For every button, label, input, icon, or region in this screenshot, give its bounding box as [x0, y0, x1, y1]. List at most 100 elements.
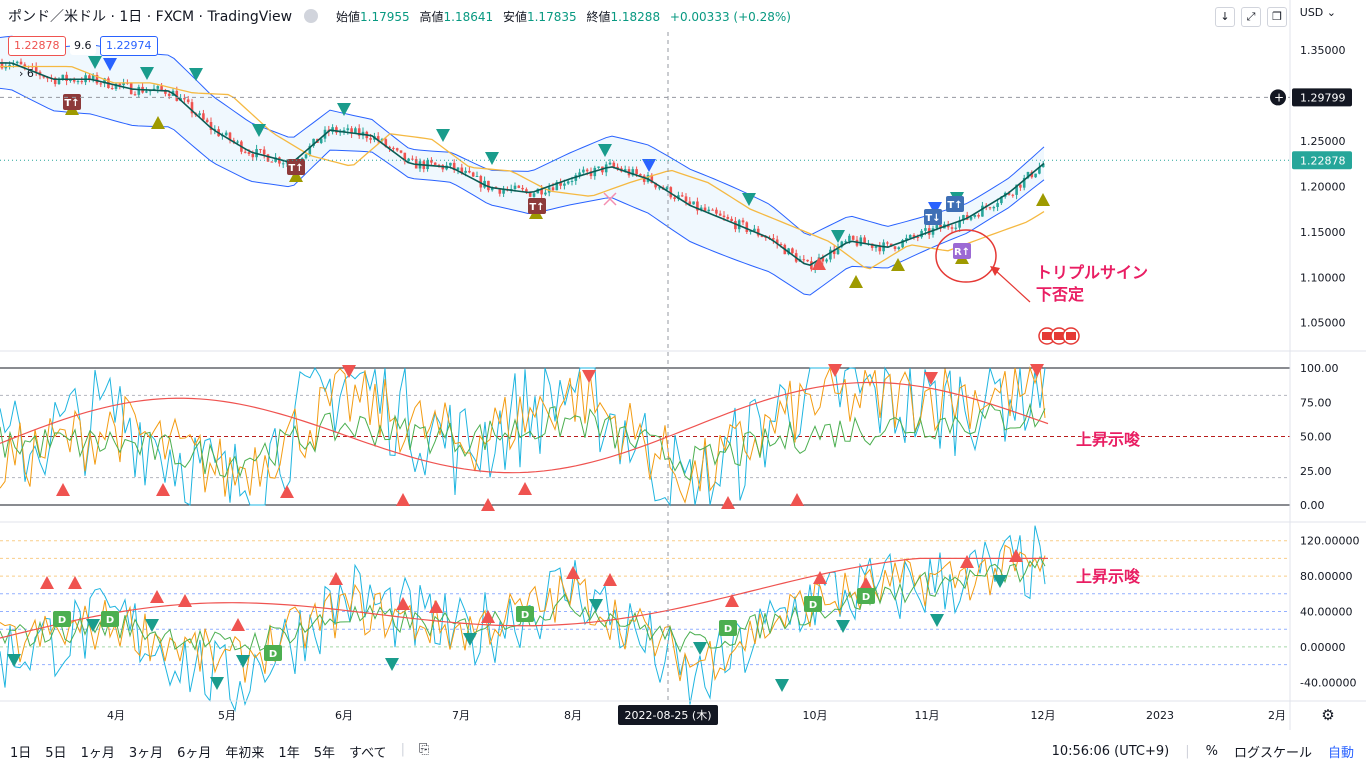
osc-oversold-triangle	[721, 496, 735, 509]
bottom-toolbar: 1日 5日 1ヶ月 3ヶ月 6ヶ月 年初来 1年 5年 すべて | ⎘ 10:5…	[0, 734, 1366, 768]
candle-body	[76, 81, 80, 83]
range-6m[interactable]: 6ヶ月	[177, 742, 211, 761]
calendar-range-icon[interactable]: ⎘	[419, 742, 429, 761]
candle-body	[893, 246, 897, 250]
candle-body	[433, 162, 437, 165]
osc-oversold-triangle	[396, 493, 410, 506]
candle-body	[874, 246, 878, 248]
toolbar-divider: |	[400, 741, 405, 757]
caret-icon: ›	[19, 67, 24, 80]
restore-icon[interactable]: ❐	[1267, 7, 1287, 27]
range-all[interactable]: すべて	[349, 742, 387, 761]
range-1d[interactable]: 1日	[10, 742, 31, 761]
osc-overbought-triangle	[924, 372, 938, 385]
chevron-down-icon: ⌄	[1326, 6, 1336, 19]
osc-tick-label: 75.00	[1300, 396, 1332, 409]
range-ytd[interactable]: 年初来	[225, 742, 264, 761]
range-5d[interactable]: 5日	[45, 742, 66, 761]
candle-body	[806, 259, 809, 262]
osc-overbought-triangle	[342, 365, 356, 378]
r-up-badge-label: R↑	[954, 247, 970, 258]
momentum-d-badge-label: D	[862, 592, 870, 603]
candle-body	[346, 128, 350, 131]
bollinger-band-fill	[0, 36, 1044, 296]
sell-signal-triangle	[436, 129, 450, 142]
momentum-up-triangle	[960, 555, 974, 568]
candle-body	[718, 213, 722, 216]
range-3m[interactable]: 3ヶ月	[129, 742, 163, 761]
candle-body	[969, 216, 973, 220]
toolbar-divider: |	[1185, 743, 1190, 759]
candle-body	[270, 161, 274, 163]
candle-body	[973, 215, 977, 217]
candle-body	[110, 88, 114, 90]
t-up-badge-label: T↑	[529, 202, 544, 213]
momentum-d-badge-label: D	[106, 615, 114, 626]
currency-label: USD	[1299, 6, 1324, 19]
time-tick-label: 2023	[1146, 709, 1174, 722]
candle-body	[411, 158, 414, 160]
osc-oversold-triangle	[156, 483, 170, 496]
candle-body	[908, 234, 912, 238]
candle-body	[608, 162, 612, 165]
candle-body	[612, 162, 616, 167]
sell-signal-triangle	[485, 152, 499, 165]
chart-root: T↑T↑T↑T↓T↑R↑DDDDDDD 1.350001.300001.2500…	[0, 0, 1366, 768]
osc-overbought-triangle	[582, 370, 596, 383]
symbol-title[interactable]: ポンド／米ドル · 1日 · FXCM · TradingView	[8, 6, 292, 26]
momentum-up-triangle	[813, 571, 827, 584]
clock-time: 10:56:06 (UTC+9)	[1051, 743, 1170, 759]
momentum-up-triangle	[603, 573, 617, 586]
time-tick-label: 8月	[564, 709, 582, 722]
indicator-collapse[interactable]: › 6	[14, 65, 39, 83]
crosshair-date-label: 2022-08-25 (木)	[624, 709, 711, 722]
ohlc-readout: 始値1.17955 高値1.18641 安値1.17835 終値1.18288 …	[336, 8, 797, 25]
candle-body	[262, 149, 266, 155]
momentum-up-triangle	[566, 566, 580, 579]
chart-canvas[interactable]: T↑T↑T↑T↓T↑R↑DDDDDDD 1.350001.300001.2500…	[0, 0, 1366, 768]
candle-body	[532, 193, 536, 197]
expand-icon[interactable]: ⤢	[1241, 7, 1261, 27]
ohlc-low-key: 安値	[502, 9, 527, 24]
log-scale-toggle[interactable]: ログスケール	[1234, 742, 1312, 761]
annotation-triple-sign: トリプルサイン 下否定	[1036, 262, 1148, 306]
range-1y[interactable]: 1年	[278, 742, 299, 761]
momentum-up-triangle	[150, 590, 164, 603]
momentum-tick-label: 0.00000	[1300, 641, 1346, 654]
down-arrow-icon[interactable]: ↓	[1215, 7, 1235, 27]
time-tick-label: 12月	[1031, 709, 1056, 722]
candle-body	[186, 99, 190, 103]
momentum-tick-label: -40.00000	[1300, 676, 1356, 689]
price-tick-label: 1.10000	[1300, 271, 1346, 284]
candle-body	[977, 215, 980, 217]
candle-body	[844, 241, 847, 243]
candle-body	[715, 209, 718, 214]
candle-body	[118, 83, 122, 86]
candle-body	[673, 197, 676, 199]
range-5y[interactable]: 5年	[314, 742, 335, 761]
candle-body	[15, 61, 19, 64]
candle-body	[247, 152, 251, 155]
percent-toggle[interactable]: %	[1206, 744, 1218, 759]
candle-body	[680, 195, 684, 197]
candle-body	[924, 228, 927, 231]
candle-body	[851, 235, 855, 240]
price-tick-label: 1.05000	[1300, 317, 1346, 330]
gear-icon[interactable]: ⚙	[1319, 706, 1337, 724]
candle-body	[570, 180, 574, 182]
osc-tick-label: 50.00	[1300, 431, 1332, 444]
eye-icon[interactable]	[304, 9, 319, 23]
auto-scale-toggle[interactable]: 自動	[1328, 742, 1354, 761]
momentum-tick-label: 80.00000	[1300, 570, 1353, 583]
candle-body	[251, 154, 255, 158]
momentum-down-triangle	[836, 620, 850, 633]
candle-body	[395, 148, 399, 151]
buy-signal-triangle	[1036, 193, 1050, 206]
range-1m[interactable]: 1ヶ月	[81, 742, 115, 761]
candle-body	[205, 119, 209, 123]
candle-body	[160, 86, 163, 90]
currency-selector[interactable]: USD ⌄	[1300, 6, 1336, 19]
candle-body	[304, 154, 308, 159]
annotation-triple-line2: 下否定	[1036, 285, 1085, 304]
annotation-up-hint-2: 上昇示唆	[1076, 567, 1141, 586]
